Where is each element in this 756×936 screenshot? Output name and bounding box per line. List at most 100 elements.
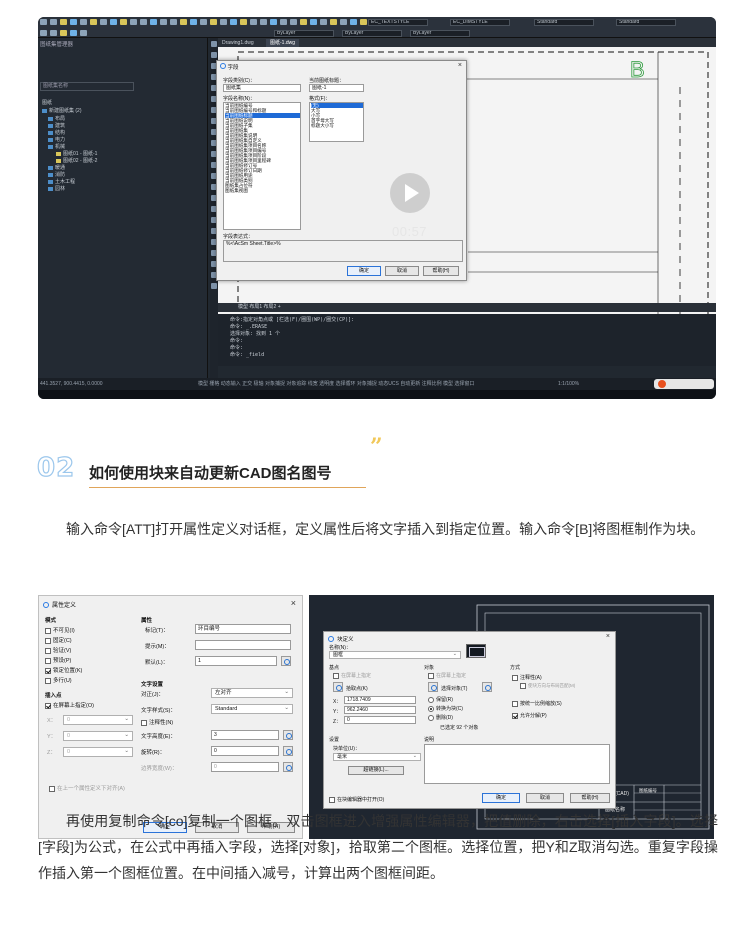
tree-item[interactable]: 图纸01 - 图纸-1: [56, 151, 97, 157]
tab-sheet-1[interactable]: 图纸-1.dwg: [266, 39, 300, 47]
open-in-editor-checkbox[interactable]: 在块编辑器中打开(O): [329, 796, 384, 803]
annotative-checkbox[interactable]: 注释性(N): [141, 718, 173, 726]
objects-label: 对象: [424, 665, 435, 671]
close-icon[interactable]: ×: [291, 598, 296, 608]
help-button[interactable]: 帮助(H): [570, 793, 610, 803]
base-on-screen-checkbox[interactable]: 在屏幕上指定: [333, 672, 371, 679]
z-label: Z：: [47, 750, 56, 756]
play-icon[interactable]: [390, 173, 430, 213]
title-underline: [89, 487, 366, 488]
rotation-input[interactable]: 0: [211, 746, 279, 756]
delete-radio[interactable]: 删除(D): [428, 714, 453, 721]
x-input[interactable]: 0: [63, 715, 133, 725]
boundary-width-input[interactable]: 0: [211, 762, 279, 772]
y-input[interactable]: 962.2460: [344, 706, 416, 714]
zoom-readout[interactable]: 1:1/100%: [558, 378, 579, 390]
mleader-style-select[interactable]: Standard: [616, 19, 676, 26]
model-layout-tabs[interactable]: 模型 布局1 布局2 +: [218, 303, 716, 312]
hyperlink-button[interactable]: 超链接(L)...: [348, 766, 404, 775]
mode-checkbox[interactable]: 多行(U): [45, 676, 72, 684]
y-input[interactable]: 0: [63, 731, 133, 741]
align-below-checkbox[interactable]: 在上一个属性定义下对齐(A): [49, 784, 125, 792]
ok-button[interactable]: 确定: [482, 793, 520, 803]
mode-checkbox[interactable]: 预设(P): [45, 656, 71, 664]
toolbar-icons[interactable]: [40, 19, 367, 25]
layer-select[interactable]: ByLayer: [274, 30, 334, 37]
command-line[interactable]: 命令:指定对角点或 [栏选(F)/圈围(WP)/圈交(CP)]: 命令: _.E…: [218, 314, 716, 366]
quick-select-icon[interactable]: [482, 682, 492, 692]
tree-item[interactable]: 图纸: [42, 100, 52, 106]
pick-width-icon[interactable]: [283, 762, 293, 772]
tree-item[interactable]: 建筑: [48, 123, 65, 129]
tree-item[interactable]: 土木工程: [48, 179, 75, 185]
text-height-input[interactable]: 3: [211, 730, 279, 740]
pick-point-icon[interactable]: [333, 682, 343, 692]
status-toggles[interactable]: 模型 栅格 动态输入 正交 极轴 对象捕捉 对象追踪 线宽 透明度 选择循环 对…: [198, 378, 474, 390]
mode-checkbox[interactable]: 验证(V): [45, 646, 71, 654]
allow-explode-checkbox[interactable]: 允许分解(P): [512, 712, 547, 719]
panel-search-box[interactable]: 图纸集名称: [40, 82, 134, 91]
tree-item[interactable]: 图纸02 - 图纸-2: [56, 158, 97, 164]
text-style-select[interactable]: EC_TEXTSTYLE: [368, 19, 428, 26]
justify-select[interactable]: 左对齐: [211, 688, 293, 698]
tree-item[interactable]: 新建图纸集 (2): [42, 108, 82, 114]
description-input[interactable]: [424, 744, 610, 784]
name-label: 名称(N)：: [329, 645, 351, 651]
table-style-select[interactable]: Standard: [534, 19, 594, 26]
help-button[interactable]: 帮助(H): [423, 266, 459, 276]
ok-button[interactable]: 确定: [347, 266, 381, 276]
mode-checkbox[interactable]: 固定(C): [45, 636, 72, 644]
command-line-text: 命令:指定对角点或 [栏选(F)/圈围(WP)/圈交(CP)]:: [230, 317, 355, 323]
block-name-input[interactable]: 图框: [329, 651, 461, 659]
close-icon[interactable]: ×: [458, 62, 462, 69]
command-line-text: 命令:: [230, 338, 244, 344]
cancel-button[interactable]: 取消: [526, 793, 564, 803]
on-screen-checkbox[interactable]: 在屏幕上指定(O): [45, 701, 94, 709]
tree-item[interactable]: 机械: [48, 144, 65, 150]
convert-radio[interactable]: 转换为块(C): [428, 705, 463, 712]
mode-checkbox[interactable]: 不可见(I): [45, 626, 75, 634]
insert-field-icon[interactable]: [281, 656, 291, 666]
x-input[interactable]: 1718.7409: [344, 696, 416, 704]
format-list[interactable]: (无) 大写 小写 首字母大写 标题大小写: [309, 102, 364, 142]
annotative-checkbox[interactable]: 注释性(A): [512, 674, 542, 681]
block-unit-label: 块单位(U)：: [333, 746, 360, 752]
z-input[interactable]: 0: [344, 716, 416, 724]
lineweight-select[interactable]: ByLayer: [410, 30, 470, 37]
coordinates-readout: 441.3527, 900.4415, 0.0000: [40, 381, 103, 387]
select-objects-icon[interactable]: [428, 682, 438, 692]
close-icon[interactable]: ×: [606, 633, 610, 640]
uniform-scale-checkbox[interactable]: 按统一比例缩放(S): [512, 700, 562, 707]
format-item[interactable]: 标题大小写: [311, 123, 363, 128]
cad-toolbar-second: ByLayer ByLayer ByLayer: [38, 28, 716, 38]
pick-rotation-icon[interactable]: [283, 746, 293, 756]
tag-input[interactable]: 环目编号: [195, 624, 291, 634]
mode-checkbox[interactable]: 锁定位置(K): [45, 666, 82, 674]
command-line-text: 选择对象: 找到 1 个: [230, 331, 281, 337]
field-name-item[interactable]: 图纸集视图: [225, 188, 300, 193]
cancel-button[interactable]: 取消: [385, 266, 419, 276]
tree-item[interactable]: 暖通: [48, 165, 65, 171]
match-orientation-checkbox[interactable]: 使块方向与布局匹配(M): [520, 683, 590, 689]
pick-height-icon[interactable]: [283, 730, 293, 740]
input-method-icon[interactable]: [654, 379, 714, 389]
default-input[interactable]: 1: [195, 656, 277, 666]
field-names-list[interactable]: 当前图纸编号 当前图纸编号和标题 当前图纸标题 当前图纸说明 当前图纸子集 当前图纸集 当前…: [223, 102, 301, 230]
tree-item[interactable]: 电力: [48, 137, 65, 143]
category-select[interactable]: 图纸集: [223, 84, 301, 92]
z-input[interactable]: 0: [63, 747, 133, 757]
text-style-select[interactable]: Standard: [211, 704, 293, 714]
tree-item[interactable]: 园林: [48, 186, 65, 192]
block-unit-select[interactable]: 毫米: [333, 753, 421, 761]
tree-item[interactable]: 布局: [48, 116, 65, 122]
prompt-input[interactable]: [195, 640, 291, 650]
linetype-select[interactable]: ByLayer: [342, 30, 402, 37]
text-height-label: 文字高度(E)：: [141, 734, 176, 740]
dim-style-select[interactable]: EC_DIMSTYLE: [450, 19, 510, 26]
tree-item[interactable]: 结构: [48, 130, 65, 136]
retain-radio[interactable]: 保留(R): [428, 696, 453, 703]
toolbar-icons-2[interactable]: [40, 30, 87, 36]
tree-item[interactable]: 消防: [48, 172, 65, 178]
tab-drawing1[interactable]: Drawing1.dwg: [218, 39, 258, 47]
obj-on-screen-checkbox[interactable]: 在屏幕上指定: [428, 672, 466, 679]
